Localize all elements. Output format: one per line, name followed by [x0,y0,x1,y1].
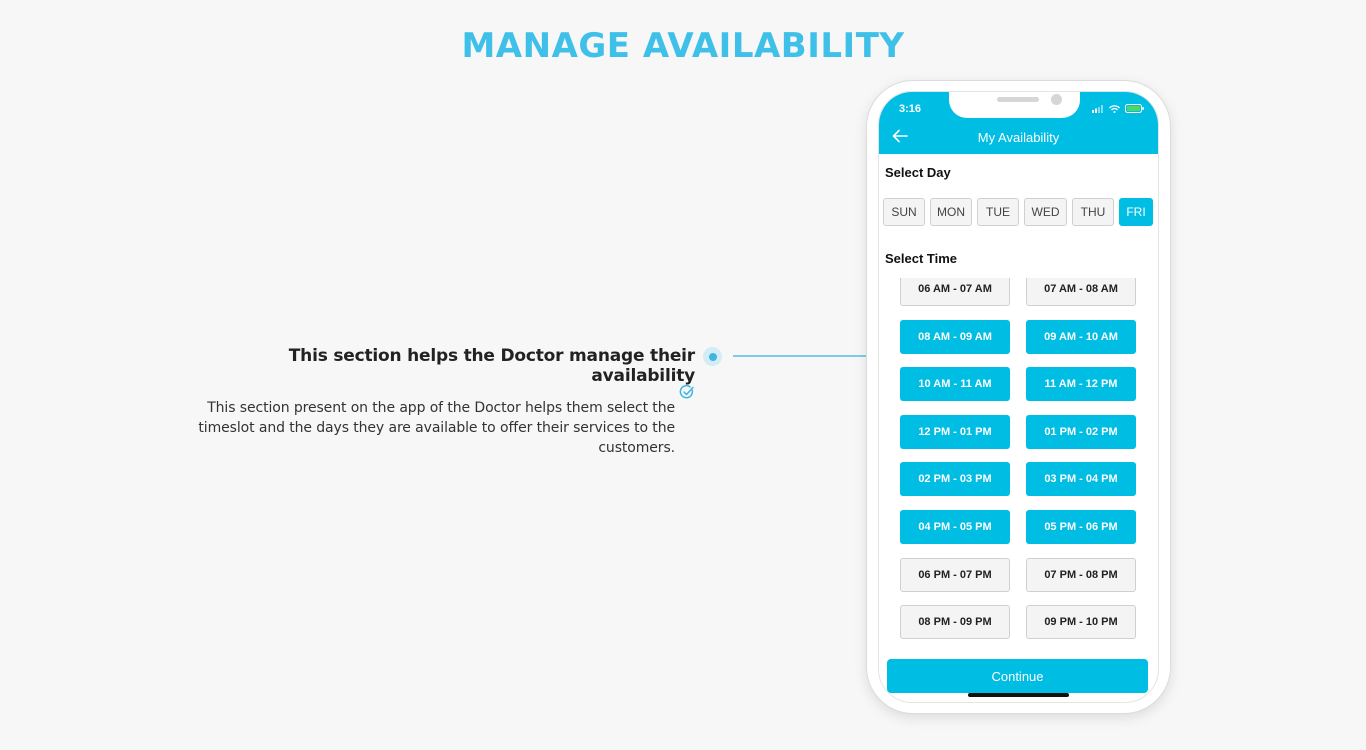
continue-button[interactable]: Continue [887,659,1148,693]
select-day-label: Select Day [885,165,951,180]
signal-icon [1092,104,1103,113]
time-slot-button[interactable]: 12 PM - 01 PM [900,414,1010,449]
day-mon-button[interactable]: MON [930,198,972,226]
feature-callout: This section helps the Doctor manage the… [190,346,695,458]
time-slot-grid: 06 AM - 07 AM 07 AM - 08 AM 08 AM - 09 AM 0… [879,278,1158,660]
time-slot-button[interactable]: 01 PM - 02 PM [1026,414,1136,449]
day-tue-button[interactable]: TUE [977,198,1019,226]
time-slot-button[interactable]: 02 PM - 03 PM [900,462,1010,497]
phone-notch [949,92,1080,118]
day-sun-button[interactable]: SUN [883,198,925,226]
screen-title: My Availability [977,130,1060,145]
connector-dot [703,347,722,366]
time-slot-button[interactable]: 05 PM - 06 PM [1026,510,1136,544]
phone-screen: 3:16 My Availability Select Day SUN MON … [878,91,1159,703]
time-slot-button[interactable]: 06 AM - 07 AM [900,278,1010,306]
speaker [997,97,1039,102]
phone-mockup: 3:16 My Availability Select Day SUN MON … [867,81,1170,713]
time-slot-button[interactable]: 09 PM - 10 PM [1026,605,1136,640]
wifi-icon [1109,104,1120,113]
status-time: 3:16 [899,103,922,115]
day-selector: SUN MON TUE WED THU FRI [883,198,1153,226]
page-title: MANAGE AVAILABILITY [461,26,905,66]
day-fri-button[interactable]: FRI [1119,198,1153,226]
time-slot-button[interactable]: 08 AM - 09 AM [900,319,1010,354]
feature-heading: This section helps the Doctor manage the… [288,346,695,386]
time-slot-button[interactable]: 06 PM - 07 PM [900,557,1010,592]
status-icons [1092,104,1144,113]
time-slot-button[interactable]: 04 PM - 05 PM [900,510,1010,544]
connector-line [733,355,873,357]
time-slot-button[interactable]: 09 AM - 10 AM [1026,319,1136,354]
time-slot-button[interactable]: 07 AM - 08 AM [1026,278,1136,306]
time-slot-button[interactable]: 10 AM - 11 AM [900,367,1010,402]
time-slot-button[interactable]: 07 PM - 08 PM [1026,557,1136,592]
select-time-label: Select Time [885,251,958,266]
home-indicator [968,693,1069,697]
check-circle-icon [679,384,694,399]
day-thu-button[interactable]: THU [1072,198,1114,226]
battery-icon [1125,104,1144,113]
day-wed-button[interactable]: WED [1024,198,1067,226]
camera [1051,94,1062,105]
time-slot-button[interactable]: 11 AM - 12 PM [1026,367,1136,402]
time-slot-button[interactable]: 03 PM - 04 PM [1026,462,1136,497]
time-slot-button[interactable]: 08 PM - 09 PM [900,605,1010,640]
feature-description: This section present on the app of the D… [198,400,675,456]
